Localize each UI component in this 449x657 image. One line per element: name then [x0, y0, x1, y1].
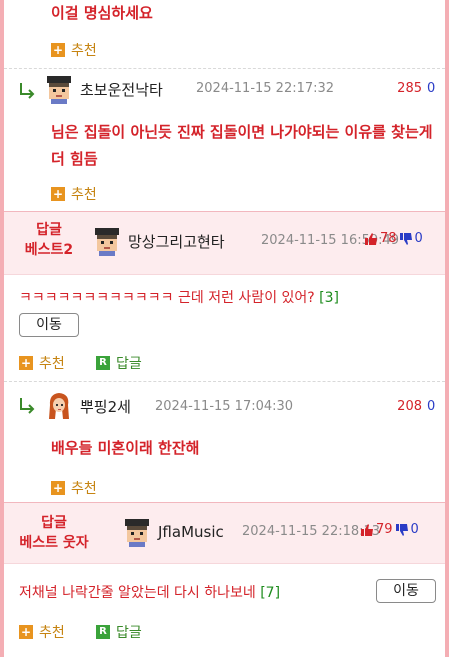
- plus-icon: +: [19, 356, 33, 370]
- comment-meta: 초보운전낙타: [44, 74, 163, 104]
- downvote-count: 0: [427, 399, 436, 414]
- thumb-up-icon[interactable]: [364, 232, 378, 246]
- author-name[interactable]: 뿌핑2세: [80, 396, 131, 417]
- reply-button[interactable]: R 답글: [96, 353, 142, 373]
- recommend-button[interactable]: + 추천: [51, 184, 97, 204]
- move-button[interactable]: 이동: [19, 313, 79, 337]
- comment-meta: 뿌핑2세: [44, 391, 131, 421]
- comment-item: 이걸 명심하세요 + 추천: [4, 0, 445, 68]
- best-label-line: 베스트2: [24, 242, 74, 258]
- downvote-count: 0: [414, 231, 423, 246]
- reply-label: 답글: [116, 625, 142, 641]
- downvote-count: 0: [410, 522, 419, 537]
- reply-arrow-icon: [20, 83, 35, 99]
- r-icon: R: [96, 356, 110, 370]
- thumb-down-icon[interactable]: [395, 523, 409, 537]
- comment-text: 님은 집돌이 아닌듯 진짜 집돌이면 나가야되는 이유를 찾는게 더 힘듬: [51, 123, 433, 168]
- comment-item: ㅋㅋㅋㅋㅋㅋㅋㅋㅋㅋㅋㅋ 근데 저런 사람이 있어? [3] 이동 + 추천 R…: [4, 275, 445, 381]
- recommend-button[interactable]: + 추천: [19, 353, 65, 373]
- best-label: 답글 베스트2: [14, 220, 84, 260]
- thumb-up-icon[interactable]: [360, 523, 374, 537]
- comment-date: 2024-11-15 17:04:30: [155, 399, 294, 414]
- comment-meta: JflaMusic: [122, 517, 224, 547]
- upvote-count: 285: [397, 81, 422, 96]
- recommend-label: 추천: [71, 187, 97, 203]
- plus-icon: +: [51, 43, 65, 57]
- avatar[interactable]: [92, 226, 122, 256]
- avatar[interactable]: [44, 74, 74, 104]
- recommend-button[interactable]: + 추천: [51, 40, 97, 60]
- reply-button[interactable]: R 답글: [96, 622, 142, 642]
- comment-text: 배우들 미혼이래 한잔해: [51, 439, 200, 457]
- comment-list: 이걸 명심하세요 + 추천 초보운전낙타 2024-11-15 22:17:32…: [4, 0, 445, 657]
- move-button[interactable]: 이동: [376, 579, 436, 603]
- reply-arrow-icon: [20, 398, 35, 414]
- author-name[interactable]: 초보운전낙타: [80, 79, 163, 100]
- best-label: 답글 베스트 웃자: [14, 513, 94, 553]
- recommend-label: 추천: [71, 481, 97, 497]
- comment-item: 뿌핑2세 2024-11-15 17:04:30 208 0 배우들 미혼이래 …: [4, 381, 445, 502]
- comment-text: ㅋㅋㅋㅋㅋㅋㅋㅋㅋㅋㅋㅋ 근데 저런 사람이 있어?: [19, 290, 315, 306]
- upvote-count: 79: [376, 522, 393, 537]
- recommend-button[interactable]: + 추천: [51, 478, 97, 498]
- author-name[interactable]: JflaMusic: [158, 523, 224, 541]
- recommend-label: 추천: [71, 43, 97, 59]
- plus-icon: +: [51, 187, 65, 201]
- comment-item: 저채널 나락간줄 알았는데 다시 하나보네 [7] 이동 + 추천 R 답글: [4, 564, 445, 657]
- comment-item: 초보운전낙타 2024-11-15 22:17:32 285 0 님은 집돌이 …: [4, 68, 445, 211]
- recommend-label: 추천: [39, 356, 65, 372]
- comment-meta: 망상그리고현타: [92, 226, 225, 256]
- best-label-line: 답글: [36, 222, 62, 238]
- reply-label: 답글: [116, 356, 142, 372]
- best-label-line: 답글: [41, 515, 67, 531]
- vote-area: 78 0: [364, 231, 423, 246]
- comment-text-line: ㅋㅋㅋㅋㅋㅋㅋㅋㅋㅋㅋㅋ 근데 저런 사람이 있어? [3]: [19, 287, 439, 309]
- reply-count[interactable]: [7]: [260, 585, 280, 601]
- thumb-down-icon[interactable]: [399, 232, 413, 246]
- best-reply-header: 답글 베스트2 망상그리고현타 2024-11-15 16:59:49 78 0: [4, 211, 445, 275]
- upvote-count: 78: [380, 231, 397, 246]
- best-reply-header: 답글 베스트 웃자 JflaMusic 2024-11-15 22:18:13 …: [4, 502, 445, 564]
- avatar[interactable]: [44, 391, 74, 421]
- reply-count[interactable]: [3]: [319, 290, 339, 306]
- best-label-line: 베스트 웃자: [19, 535, 89, 551]
- avatar[interactable]: [122, 517, 152, 547]
- upvote-count: 208: [397, 399, 422, 414]
- plus-icon: +: [51, 481, 65, 495]
- author-name[interactable]: 망상그리고현타: [128, 231, 225, 252]
- comment-text: 저채널 나락간줄 알았는데 다시 하나보네: [19, 585, 256, 601]
- recommend-label: 추천: [39, 625, 65, 641]
- downvote-count: 0: [427, 81, 436, 96]
- vote-area: 79 0: [360, 522, 419, 537]
- recommend-button[interactable]: + 추천: [19, 622, 65, 642]
- comment-text: 이걸 명심하세요: [51, 4, 153, 22]
- comment-date: 2024-11-15 22:17:32: [196, 81, 335, 96]
- comment-text-line: 저채널 나락간줄 알았는데 다시 하나보네 [7]: [19, 582, 369, 604]
- plus-icon: +: [19, 625, 33, 639]
- r-icon: R: [96, 625, 110, 639]
